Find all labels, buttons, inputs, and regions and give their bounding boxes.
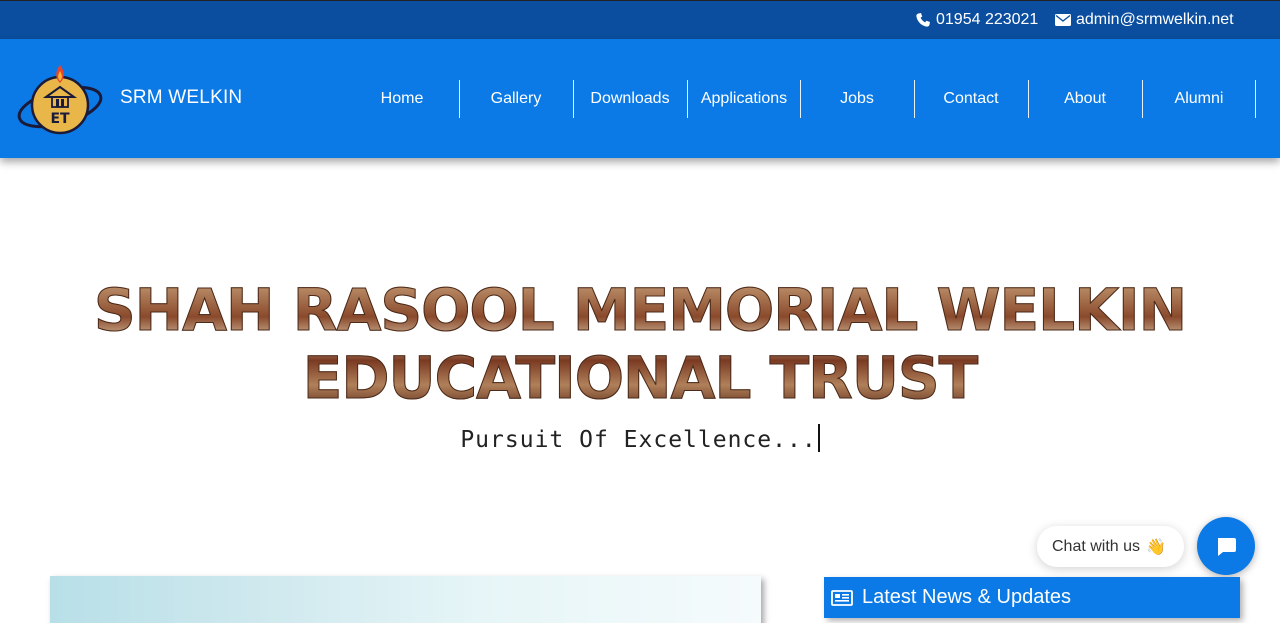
hero-tagline: Pursuit Of Excellence... bbox=[0, 424, 1280, 453]
nav-home[interactable]: Home bbox=[346, 80, 458, 118]
phone-number: 01954 223021 bbox=[936, 11, 1039, 28]
email-contact[interactable]: admin@srmwelkin.net bbox=[1055, 11, 1234, 29]
phone-contact[interactable]: 01954 223021 bbox=[915, 11, 1038, 29]
chat-bubble-icon bbox=[1218, 538, 1236, 556]
image-slider[interactable] bbox=[50, 576, 761, 623]
chat-label: Chat with us bbox=[1052, 537, 1141, 555]
nav-gallery[interactable]: Gallery bbox=[460, 80, 572, 118]
logo-emblem-icon: ET bbox=[17, 65, 103, 135]
top-contact-bar: 01954 223021 admin@srmwelkin.net bbox=[0, 0, 1280, 39]
chat-prompt[interactable]: Chat with us 👋 bbox=[1037, 526, 1184, 567]
tagline-text: Pursuit Of Excellence... bbox=[460, 427, 817, 453]
site-logo[interactable]: ET bbox=[16, 61, 104, 135]
nav-applications[interactable]: Applications bbox=[688, 80, 800, 118]
main-navbar: ET SRM WELKIN Home Gallery Downloads App… bbox=[0, 39, 1280, 158]
hero-title: SHAH RASOOL MEMORIAL WELKIN EDUCATIONAL … bbox=[0, 276, 1280, 413]
nav-jobs[interactable]: Jobs bbox=[801, 80, 913, 118]
brand-name[interactable]: SRM WELKIN bbox=[120, 87, 242, 109]
news-title: Latest News & Updates bbox=[862, 586, 1071, 608]
nav-downloads[interactable]: Downloads bbox=[574, 80, 686, 118]
email-address: admin@srmwelkin.net bbox=[1076, 11, 1234, 28]
typing-cursor bbox=[817, 424, 820, 452]
nav-contact[interactable]: Contact bbox=[915, 80, 1027, 118]
wave-emoji-icon: 👋 bbox=[1146, 538, 1166, 556]
chat-open-button[interactable] bbox=[1197, 517, 1255, 575]
nav-alumni[interactable]: Alumni bbox=[1143, 80, 1255, 118]
envelope-icon bbox=[1055, 14, 1071, 26]
nav-about[interactable]: About bbox=[1029, 80, 1141, 118]
phone-icon bbox=[916, 13, 930, 27]
nav-divider bbox=[1255, 80, 1256, 118]
hero-title-line-1: SHAH RASOOL MEMORIAL WELKIN bbox=[93, 276, 1187, 345]
logo-text: ET bbox=[50, 111, 70, 127]
news-panel-header: Latest News & Updates bbox=[824, 577, 1240, 618]
hero-title-line-2: EDUCATIONAL TRUST bbox=[302, 344, 979, 413]
newspaper-icon bbox=[831, 589, 853, 606]
